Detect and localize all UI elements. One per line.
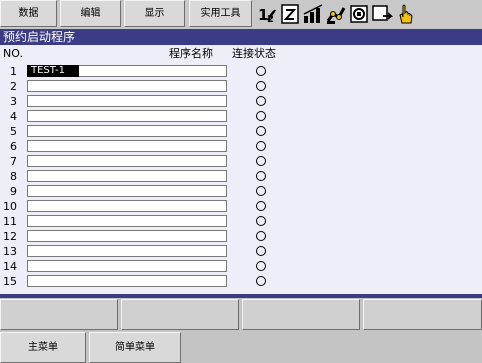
connection-status-indicator [256,111,266,121]
connection-status-indicator [256,201,266,211]
connection-status-indicator [256,216,266,226]
row-number: 8 [10,170,17,183]
row-number: 3 [10,95,17,108]
table-row: 5 [0,124,482,139]
program-name-field[interactable] [27,95,227,107]
number-toggle-icon[interactable]: 1 2 [256,2,278,26]
simple-menu-button[interactable]: 简单菜单 [89,332,181,363]
program-name-field[interactable] [27,275,227,287]
function-key-1[interactable] [0,299,118,330]
row-number: 6 [10,140,17,153]
menu-utility[interactable]: 实用工具 [189,0,252,27]
menu-edit[interactable]: 编辑 [60,0,121,27]
row-number: 11 [3,215,17,228]
connection-status-indicator [256,156,266,166]
connection-status-indicator [256,276,266,286]
program-name-field[interactable] [27,185,227,197]
row-number: 5 [10,125,17,138]
hand-pointer-icon[interactable] [394,2,416,26]
connection-status-indicator [256,261,266,271]
table-row: 4 [0,109,482,124]
connection-status-indicator [256,186,266,196]
row-number: 14 [3,260,17,273]
robot-arm-icon[interactable] [325,2,347,26]
table-row: 6 [0,139,482,154]
program-name-field[interactable] [27,155,227,167]
program-name-field[interactable] [27,125,227,137]
column-header-no: NO. [3,47,23,60]
screen-title: 预约启动程序 [0,29,482,45]
connection-status-indicator [256,66,266,76]
program-name-field[interactable] [27,215,227,227]
row-number: 9 [10,185,17,198]
table-row: 10 [0,199,482,214]
program-name-field[interactable] [27,200,227,212]
edit-mode-icon[interactable] [279,2,301,26]
connection-status-indicator [256,246,266,256]
menu-display[interactable]: 显示 [124,0,185,27]
program-name-field[interactable] [27,170,227,182]
table-row: 9 [0,184,482,199]
table-row: 1 TEST-1 [0,64,482,79]
program-table: NO. 程序名称 连接状态 1 TEST-1 2 3 4 5 6 7 8 9 1… [0,45,482,294]
top-menu-bar: 数据 编辑 显示 实用工具 1 2 [0,0,482,29]
program-name-field[interactable]: TEST-1 [27,65,79,77]
svg-text:2: 2 [267,14,274,25]
row-number: 1 [10,65,17,78]
io-panel-icon[interactable] [348,2,370,26]
function-key-3[interactable] [242,299,360,330]
connection-status-indicator [256,141,266,151]
program-name-field[interactable] [27,80,227,92]
table-row: 2 [0,79,482,94]
connection-status-indicator [256,126,266,136]
menu-data[interactable]: 数据 [0,0,57,27]
connection-status-indicator [256,96,266,106]
main-menu-button[interactable]: 主菜单 [0,332,86,363]
connection-status-indicator [256,81,266,91]
table-row: 12 [0,229,482,244]
row-number: 2 [10,80,17,93]
function-key-2[interactable] [121,299,239,330]
monitor-arrow-icon[interactable] [371,2,393,26]
table-row: 14 [0,259,482,274]
function-key-4[interactable] [363,299,482,330]
table-row: 11 [0,214,482,229]
program-name-field[interactable] [27,140,227,152]
connection-status-indicator [256,171,266,181]
program-name-field[interactable] [27,245,227,257]
connection-status-indicator [256,231,266,241]
row-number: 12 [3,230,17,243]
column-header-program: 程序名称 [169,47,213,60]
program-name-field[interactable] [27,260,227,272]
table-row: 13 [0,244,482,259]
column-header-status: 连接状态 [232,47,276,60]
row-number: 4 [10,110,17,123]
chart-bars-icon[interactable] [302,2,324,26]
row-number: 15 [3,275,17,288]
program-name-field[interactable] [27,230,227,242]
function-key-bar [0,298,482,332]
table-row: 15 [0,274,482,289]
row-number: 7 [10,155,17,168]
program-name-field[interactable] [27,110,227,122]
table-row: 3 [0,94,482,109]
program-name-field-rest[interactable] [79,65,227,77]
table-row: 7 [0,154,482,169]
row-number: 13 [3,245,17,258]
table-row: 8 [0,169,482,184]
row-number: 10 [3,200,17,213]
bottom-menu-bar: 主菜单 简单菜单 [0,332,482,363]
